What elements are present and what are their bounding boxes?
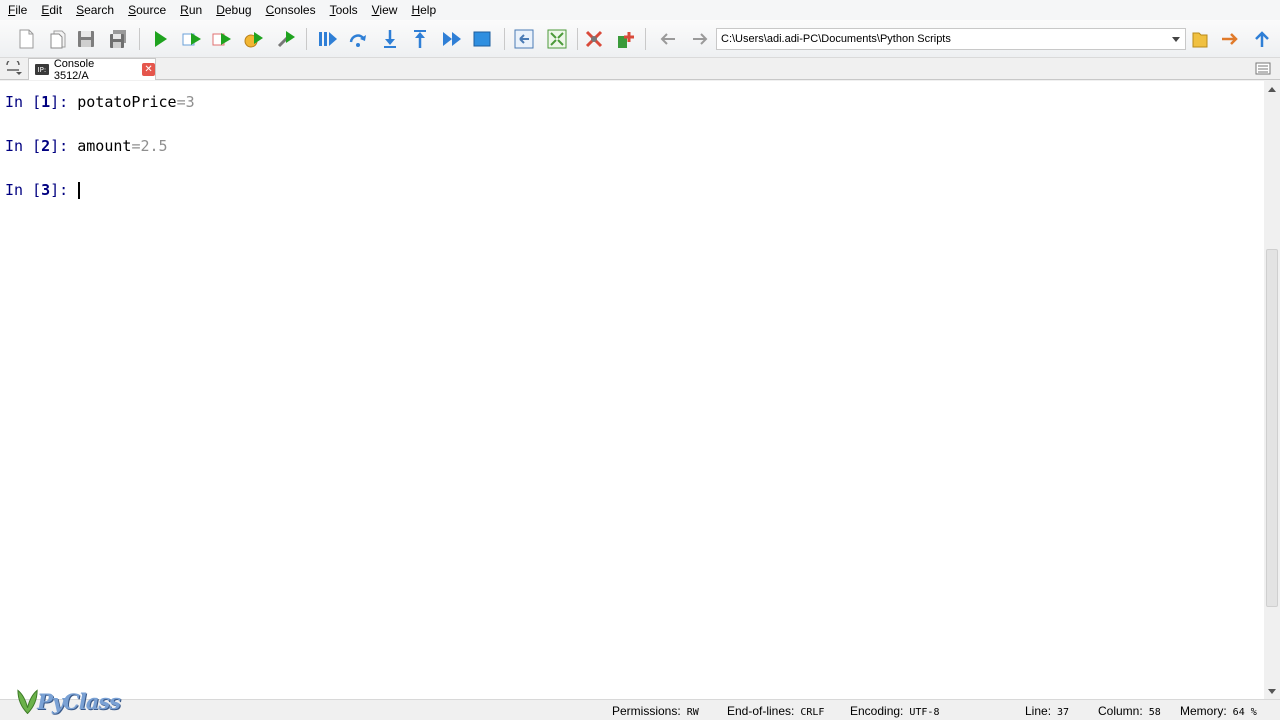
code-literal: 3 [185,93,195,111]
run-selection-icon[interactable] [242,27,266,51]
browse-folder-icon[interactable] [1188,27,1212,51]
prompt-end: ]: [50,181,69,199]
status-permissions: Permissions: RW [612,704,699,718]
console-input-line[interactable]: In [3]: [5,180,81,200]
working-directory-combo[interactable]: C:\Users\adi.adi-PC\Documents\Python Scr… [716,28,1186,50]
tab-list-icon[interactable] [4,58,22,77]
fullscreen-icon[interactable] [545,27,569,51]
menu-consoles[interactable]: Consoles [262,0,320,20]
pyclass-logo-icon [17,689,38,715]
prompt-number: 1 [41,93,51,111]
run-cell-icon[interactable] [180,27,204,51]
step-into-icon[interactable] [378,27,402,51]
menu-source[interactable]: Source [124,0,170,20]
run-cell-advance-icon[interactable] [210,27,234,51]
step-return-icon[interactable] [408,27,432,51]
status-line: Line: 37 [1025,704,1070,718]
pyclass-watermark: PyClass [16,684,121,718]
menu-view[interactable]: View [368,0,402,20]
maximize-pane-icon[interactable] [512,27,536,51]
menu-edit[interactable]: Edit [37,0,66,20]
console-line: In [1]: potatoPrice=3 [5,92,195,112]
code-identifier: amount [77,137,132,155]
close-icon[interactable]: ✕ [142,63,155,76]
text-cursor [78,182,81,199]
working-directory-value[interactable]: C:\Users\adi.adi-PC\Documents\Python Scr… [721,33,1167,45]
open-file-icon[interactable] [46,27,70,51]
scrollbar-thumb[interactable] [1266,249,1278,607]
menu-file[interactable]: File [4,0,31,20]
spyder-window: File Edit Search Source Run Debug Consol… [0,0,1280,720]
prompt-in: In [ [5,181,42,199]
new-file-icon[interactable] [14,27,38,51]
pythonpath-manager-icon[interactable] [614,27,638,51]
prompt-in: In [ [5,137,42,155]
save-icon[interactable] [74,27,98,51]
debug-icon[interactable] [316,27,340,51]
code-identifier: potatoPrice [77,93,177,111]
ipython-icon: IP: [35,64,49,75]
prompt-number: 2 [41,137,51,155]
status-column: Column: 58 [1098,704,1161,718]
configure-run-icon[interactable] [274,27,298,51]
stop-debug-icon[interactable] [470,27,494,51]
status-memory: Memory: 64 % [1180,704,1257,718]
tab-console-label: Console 3512/A [53,57,95,82]
menu-search[interactable]: Search [72,0,118,20]
ipython-console[interactable]: In [1]: potatoPrice=3 In [2]: amount=2.5… [0,81,1264,699]
watermark-text: PyClass [37,688,121,714]
prompt-end: ]: [50,93,69,111]
code-operator: = [176,93,186,111]
console-tab-bar: IP: Console 3512/A ✕ [0,57,1280,82]
change-dir-icon[interactable] [1218,27,1242,51]
continue-icon[interactable] [440,27,464,51]
menu-bar: File Edit Search Source Run Debug Consol… [0,0,1280,20]
menu-tools[interactable]: Tools [326,0,362,20]
menu-run[interactable]: Run [176,0,206,20]
console-line: In [2]: amount=2.5 [5,136,168,156]
code-literal: 2.5 [140,137,168,155]
menu-debug[interactable]: Debug [212,0,255,20]
options-menu-icon[interactable] [1255,61,1273,77]
menu-help[interactable]: Help [407,0,440,20]
scroll-up-icon[interactable] [1264,81,1280,97]
tab-console[interactable]: IP: Console 3512/A ✕ [28,57,156,82]
preferences-icon[interactable] [582,27,606,51]
back-icon[interactable] [656,27,680,51]
status-bar: Permissions: RW End-of-lines: CRLF Encodin… [0,699,1280,720]
prompt-end: ]: [50,137,69,155]
forward-icon[interactable] [688,27,712,51]
prompt-in: In [ [5,93,42,111]
run-icon[interactable] [148,27,172,51]
parent-dir-icon[interactable] [1250,27,1274,51]
status-eol: End-of-lines: CRLF [727,704,825,718]
status-encoding: Encoding: UTF-8 [850,704,940,718]
scroll-down-icon[interactable] [1264,683,1280,699]
save-all-icon[interactable] [106,27,130,51]
chevron-down-icon[interactable] [1167,29,1185,49]
prompt-number: 3 [41,181,51,199]
step-icon[interactable] [346,27,370,51]
vertical-scrollbar[interactable] [1264,81,1280,699]
